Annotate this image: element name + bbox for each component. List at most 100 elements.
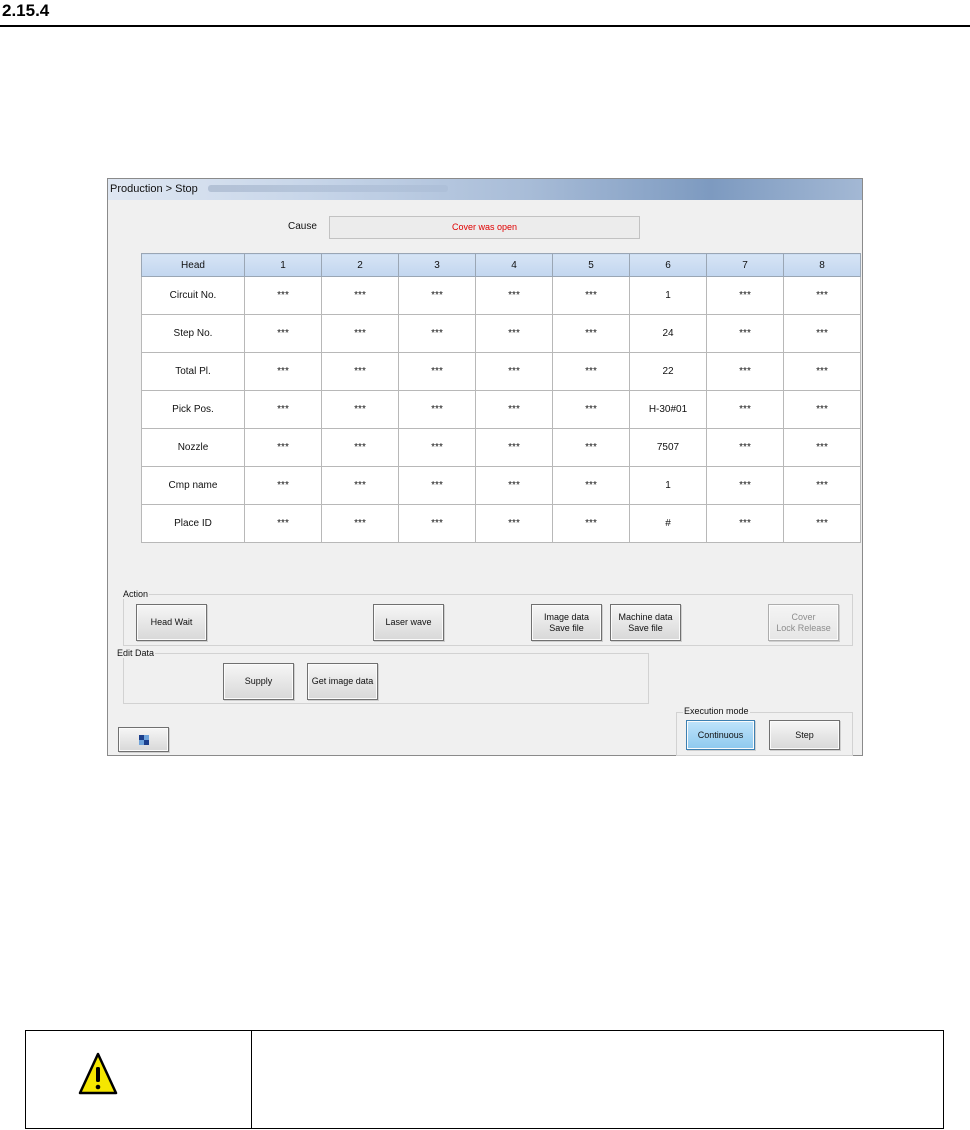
caution-divider (251, 1031, 252, 1128)
section-rule (0, 25, 970, 27)
table-cell: *** (552, 390, 630, 429)
table-cell: *** (244, 428, 322, 467)
table-cell: *** (398, 428, 476, 467)
head-status-table: Head 1 2 3 4 5 6 7 8 Circuit No. *** *** **… (141, 253, 861, 543)
table-cell: *** (321, 466, 399, 505)
column-header-6: 6 (629, 253, 707, 277)
table-cell: *** (552, 428, 630, 467)
table-cell: *** (475, 504, 553, 543)
table-cell: 24 (629, 314, 707, 353)
table-cell: *** (552, 276, 630, 315)
table-cell: *** (398, 352, 476, 391)
table-cell: *** (398, 466, 476, 505)
column-header-1: 1 (244, 253, 322, 277)
table-cell: *** (475, 390, 553, 429)
window-layout-button[interactable] (118, 727, 169, 752)
table-cell: *** (783, 428, 861, 467)
cover-lock-release-button[interactable]: Cover Lock Release (768, 604, 839, 641)
table-cell: *** (321, 428, 399, 467)
table-cell: *** (706, 352, 784, 391)
production-stop-window: Production > Stop Cause Cover was open H… (107, 178, 863, 756)
table-cell: *** (706, 428, 784, 467)
execution-mode-label: Execution mode (683, 706, 750, 716)
column-header-3: 3 (398, 253, 476, 277)
table-cell: 1 (629, 276, 707, 315)
action-group-label: Action (122, 589, 150, 599)
table-row: Total Pl. *** *** *** *** *** 22 *** *** (141, 352, 861, 391)
table-cell: *** (552, 314, 630, 353)
window-titlebar[interactable]: Production > Stop (108, 179, 862, 200)
warning-triangle-icon (78, 1052, 118, 1095)
row-label: Place ID (141, 504, 245, 543)
table-cell: *** (321, 390, 399, 429)
table-cell: *** (321, 314, 399, 353)
window-layout-icon (138, 734, 149, 745)
table-cell: *** (475, 314, 553, 353)
table-cell: *** (552, 504, 630, 543)
image-data-save-button[interactable]: Image data Save file (531, 604, 602, 641)
column-header-7: 7 (706, 253, 784, 277)
table-cell: *** (783, 352, 861, 391)
table-cell: *** (475, 428, 553, 467)
machine-data-save-label: Machine data Save file (618, 611, 673, 633)
table-row: Step No. *** *** *** *** *** 24 *** *** (141, 314, 861, 353)
row-label: Step No. (141, 314, 245, 353)
table-cell: *** (321, 504, 399, 543)
edit-data-group (123, 653, 649, 704)
caution-box (25, 1030, 944, 1129)
table-cell: *** (398, 276, 476, 315)
head-wait-button[interactable]: Head Wait (136, 604, 207, 641)
section-number: 2.15.4 (2, 1, 50, 20)
column-header-5: 5 (552, 253, 630, 277)
table-cell: # (629, 504, 707, 543)
supply-button[interactable]: Supply (223, 663, 294, 700)
table-cell: *** (398, 390, 476, 429)
table-row: Cmp name *** *** *** *** *** 1 *** *** (141, 466, 861, 505)
table-header-row: Head 1 2 3 4 5 6 7 8 (141, 253, 861, 277)
table-cell: *** (706, 504, 784, 543)
table-cell: *** (706, 314, 784, 353)
get-image-data-button[interactable]: Get image data (307, 663, 378, 700)
table-cell: *** (706, 390, 784, 429)
continuous-button[interactable]: Continuous (686, 720, 755, 750)
table-cell: *** (783, 504, 861, 543)
table-cell: 22 (629, 352, 707, 391)
image-data-save-label: Image data Save file (543, 611, 590, 633)
table-cell: *** (783, 390, 861, 429)
laser-wave-button[interactable]: Laser wave (373, 604, 444, 641)
table-cell: *** (244, 314, 322, 353)
cause-value: Cover was open (329, 216, 640, 239)
machine-data-save-button[interactable]: Machine data Save file (610, 604, 681, 641)
table-cell: *** (244, 504, 322, 543)
step-button[interactable]: Step (769, 720, 840, 750)
row-label: Pick Pos. (141, 390, 245, 429)
table-cell: *** (398, 504, 476, 543)
column-header-head: Head (141, 253, 245, 277)
column-header-2: 2 (321, 253, 399, 277)
column-header-8: 8 (783, 253, 861, 277)
edit-data-group-label: Edit Data (116, 648, 156, 658)
blurred-breadcrumb (208, 185, 448, 192)
table-cell: *** (552, 466, 630, 505)
row-label: Cmp name (141, 466, 245, 505)
table-cell: *** (244, 466, 322, 505)
row-label: Total Pl. (141, 352, 245, 391)
table-cell: *** (321, 352, 399, 391)
table-row: Circuit No. *** *** *** *** *** 1 *** *** (141, 276, 861, 315)
table-cell: *** (783, 466, 861, 505)
table-cell: *** (783, 314, 861, 353)
table-cell: *** (244, 390, 322, 429)
table-cell: *** (475, 466, 553, 505)
table-cell: *** (475, 352, 553, 391)
column-header-4: 4 (475, 253, 553, 277)
table-cell: H-30#01 (629, 390, 707, 429)
table-cell: 1 (629, 466, 707, 505)
table-cell: *** (783, 276, 861, 315)
table-cell: *** (244, 276, 322, 315)
table-cell: *** (398, 314, 476, 353)
row-label: Circuit No. (141, 276, 245, 315)
table-cell: 7507 (629, 428, 707, 467)
table-row: Nozzle *** *** *** *** *** 7507 *** *** (141, 428, 861, 467)
table-cell: *** (552, 352, 630, 391)
table-cell: *** (475, 276, 553, 315)
